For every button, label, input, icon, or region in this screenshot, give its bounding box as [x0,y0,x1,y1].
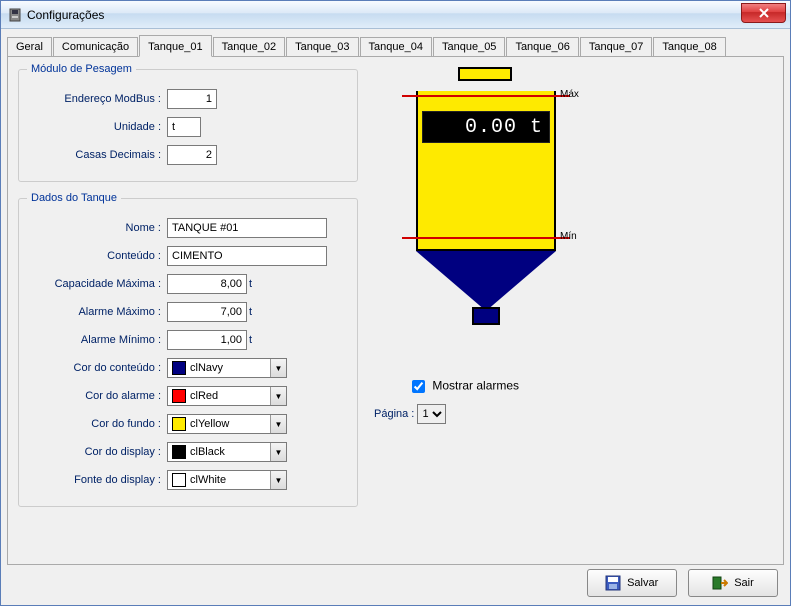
max-alarm-label: Máx [560,89,579,100]
window-title: Configurações [27,8,104,22]
tab-comunicacao[interactable]: Comunicação [53,37,138,56]
name-input[interactable] [167,218,327,238]
modbus-address-input[interactable] [167,89,217,109]
coloralarm-swatch [172,389,186,403]
save-button[interactable]: Salvar [587,569,677,597]
decimals-input[interactable] [167,145,217,165]
unit-input[interactable] [167,117,201,137]
colorcontent-value: clNavy [190,362,270,374]
show-alarms-checkbox[interactable] [412,380,425,393]
exit-icon [712,575,728,591]
max-alarm-line [402,95,570,97]
almmax-input[interactable] [167,302,247,322]
chevron-down-icon[interactable]: ▼ [270,443,286,461]
unit-label: Unidade : [27,121,167,133]
almmin-label: Alarme Mínimo : [27,334,167,346]
page-row: Página : 1 [374,404,748,424]
fontdisplay-swatch [172,473,186,487]
fontdisplay-label: Fonte do display : [27,474,167,486]
tab-tanque-08[interactable]: Tanque_08 [653,37,725,56]
capmax-input[interactable] [167,274,247,294]
colordisplay-label: Cor do display : [27,446,167,458]
colorback-combo[interactable]: clYellow ▼ [167,414,287,434]
content-area: Geral Comunicação Tanque_01 Tanque_02 Ta… [1,29,790,571]
tab-tanque-01[interactable]: Tanque_01 [139,35,211,57]
exit-button[interactable]: Sair [688,569,778,597]
colordisplay-swatch [172,445,186,459]
coloralarm-label: Cor do alarme : [27,390,167,402]
min-alarm-label: Mín [560,231,577,242]
tankdata-legend: Dados do Tanque [27,192,121,204]
chevron-down-icon[interactable]: ▼ [270,387,286,405]
content-label: Conteúdo : [27,250,167,262]
colorback-swatch [172,417,186,431]
chevron-down-icon[interactable]: ▼ [270,415,286,433]
almmax-label: Alarme Máximo : [27,306,167,318]
tab-tanque-02[interactable]: Tanque_02 [213,37,285,56]
tab-geral[interactable]: Geral [7,37,52,56]
colorback-label: Cor do fundo : [27,418,167,430]
show-alarms-row: Mostrar alarmes [408,377,748,396]
left-column: Módulo de Pesagem Endereço ModBus : Unid… [18,63,358,517]
weighing-legend: Módulo de Pesagem [27,63,136,75]
exit-button-label: Sair [734,577,754,589]
page-label: Página : [374,408,414,420]
tab-tanque-05[interactable]: Tanque_05 [433,37,505,56]
content-input[interactable] [167,246,327,266]
decimals-label: Casas Decimais : [27,149,167,161]
modbus-address-label: Endereço ModBus : [27,93,167,105]
tank-display: 0.00 t [422,111,550,143]
min-alarm-line [402,237,570,239]
tabstrip: Geral Comunicação Tanque_01 Tanque_02 Ta… [7,35,784,57]
weighing-group: Módulo de Pesagem Endereço ModBus : Unid… [18,63,358,182]
capmax-label: Capacidade Máxima : [27,278,167,290]
titlebar: Configurações [1,1,790,29]
almmin-unit: t [249,334,252,346]
show-alarms-label: Mostrar alarmes [432,379,519,393]
tank-spout [472,307,500,325]
coloralarm-value: clRed [190,390,270,402]
fontdisplay-combo[interactable]: clWhite ▼ [167,470,287,490]
chevron-down-icon[interactable]: ▼ [270,359,286,377]
capmax-unit: t [249,278,252,290]
tank-cap [458,67,512,81]
coloralarm-combo[interactable]: clRed ▼ [167,386,287,406]
page-select[interactable]: 1 [417,404,446,424]
right-column: 0.00 t Máx Mín Mostrar alarmes Página : [368,67,748,424]
almmin-input[interactable] [167,330,247,350]
name-label: Nome : [27,222,167,234]
tab-tanque-03[interactable]: Tanque_03 [286,37,358,56]
tab-tanque-07[interactable]: Tanque_07 [580,37,652,56]
tab-tanque-06[interactable]: Tanque_06 [506,37,578,56]
colorcontent-label: Cor do conteúdo : [27,362,167,374]
tab-panel: Módulo de Pesagem Endereço ModBus : Unid… [7,57,784,565]
chevron-down-icon[interactable]: ▼ [270,471,286,489]
save-icon [605,575,621,591]
tank-cone [416,251,556,311]
colordisplay-value: clBlack [190,446,270,458]
tank-preview: 0.00 t Máx Mín [388,67,648,367]
button-row: Salvar Sair [579,569,778,597]
colorcontent-combo[interactable]: clNavy ▼ [167,358,287,378]
tankdata-group: Dados do Tanque Nome : Conteúdo : Capaci… [18,192,358,507]
app-icon [7,7,23,23]
close-button[interactable] [741,3,786,23]
tab-tanque-04[interactable]: Tanque_04 [360,37,432,56]
colordisplay-combo[interactable]: clBlack ▼ [167,442,287,462]
almmax-unit: t [249,306,252,318]
fontdisplay-value: clWhite [190,474,270,486]
colorcontent-swatch [172,361,186,375]
colorback-value: clYellow [190,418,270,430]
config-window: Configurações Geral Comunicação Tanque_0… [0,0,791,606]
save-button-label: Salvar [627,577,658,589]
